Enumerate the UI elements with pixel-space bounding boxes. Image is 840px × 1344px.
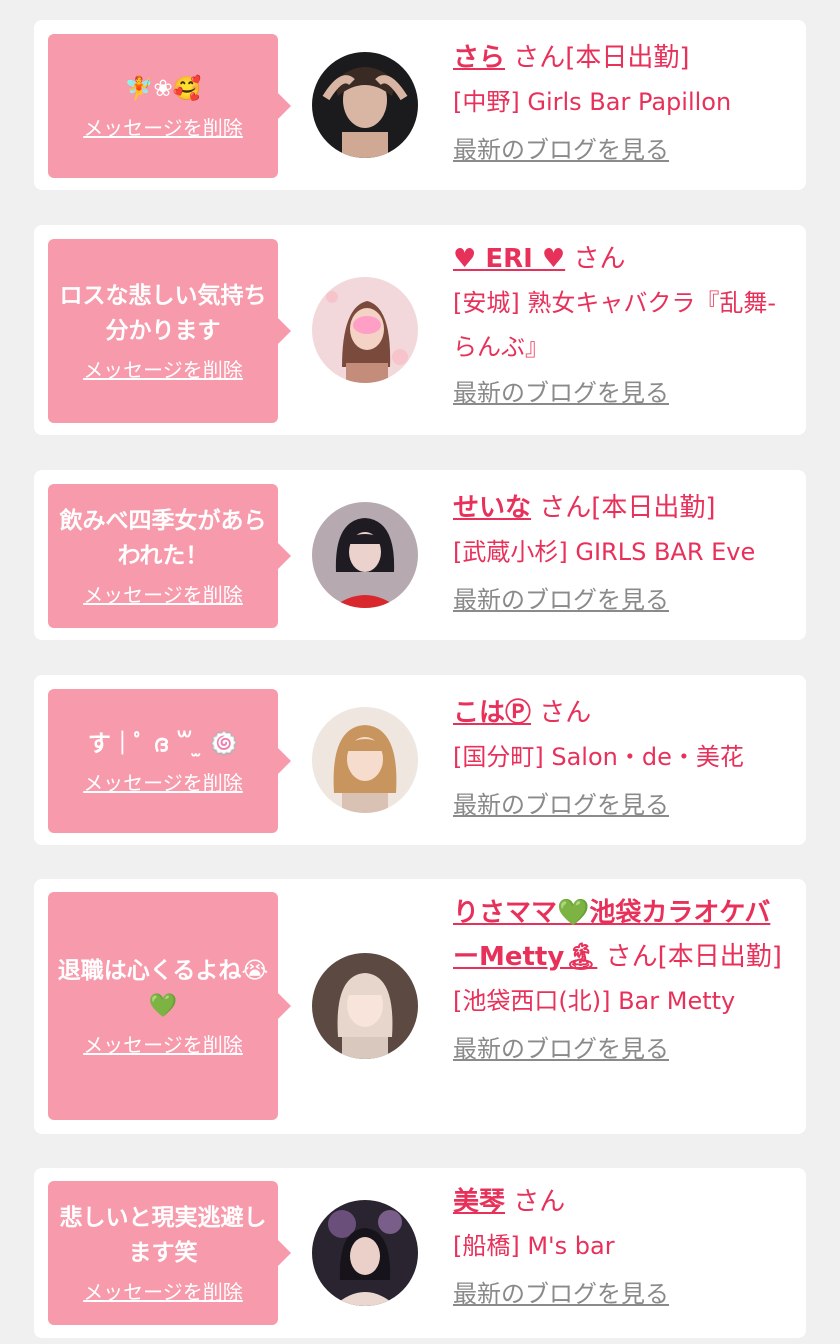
delete-message-link[interactable]: メッセージを削除 bbox=[83, 582, 243, 608]
message-text: す｜ﾟ ദ ꒳ ̫ 🍥 bbox=[87, 730, 239, 757]
avatar-photo-eri bbox=[312, 277, 418, 383]
cast-name-link[interactable]: ♥ ERI ♥ bbox=[453, 244, 565, 274]
avatar[interactable] bbox=[312, 277, 418, 383]
avatar[interactable] bbox=[312, 502, 418, 608]
cast-name-link[interactable]: さら bbox=[453, 43, 505, 73]
shop-label: [国分町] Salon・de・美花 bbox=[453, 743, 744, 771]
latest-blog-link[interactable]: 最新のブログを見る bbox=[453, 584, 669, 616]
avatar-photo-seina bbox=[312, 502, 418, 608]
list-item: 退職は心くるよね😭💚 メッセージを削除 りさママ💚池袋カラオケバーMetty🏝 … bbox=[34, 879, 806, 1134]
message-bubble: 悲しいと現実逃避します笑 メッセージを削除 bbox=[48, 1181, 291, 1325]
list-item: ロスな悲しい気持ち分かります メッセージを削除 ♥ ERI ♥ さん [安城] … bbox=[34, 225, 806, 435]
avatar[interactable] bbox=[312, 707, 418, 813]
card-info: せいな さん[本日出勤] [武蔵小杉] GIRLS BAR Eve 最新のブログ… bbox=[453, 486, 793, 616]
message-text: 🧚❀🥰 bbox=[124, 75, 202, 102]
latest-blog-link[interactable]: 最新のブログを見る bbox=[453, 1033, 669, 1065]
delete-message-link[interactable]: メッセージを削除 bbox=[83, 1279, 243, 1305]
message-bubble: ロスな悲しい気持ち分かります メッセージを削除 bbox=[48, 239, 291, 423]
list-item: 🧚❀🥰 メッセージを削除 さら さん[本日出勤] [中野] Girls Bar … bbox=[34, 20, 806, 190]
list-item: 悲しいと現実逃避します笑 メッセージを削除 美琴 さん [船橋] M's bar… bbox=[34, 1168, 806, 1338]
shop-label: [安城] 熟女キャバクラ『乱舞-らんぶ』 bbox=[453, 289, 777, 361]
latest-blog-link[interactable]: 最新のブログを見る bbox=[453, 789, 669, 821]
name-line: ♥ ERI ♥ さん bbox=[453, 237, 793, 281]
delete-message-link[interactable]: メッセージを削除 bbox=[83, 357, 243, 383]
avatar[interactable] bbox=[312, 52, 418, 158]
delete-message-link[interactable]: メッセージを削除 bbox=[83, 115, 243, 141]
name-suffix: さん bbox=[513, 1187, 566, 1217]
name-suffix: さん[本日出勤] bbox=[513, 43, 690, 73]
avatar-photo-koha bbox=[312, 707, 418, 813]
message-list: 🧚❀🥰 メッセージを削除 さら さん[本日出勤] [中野] Girls Bar … bbox=[0, 0, 840, 1344]
name-line: せいな さん[本日出勤] bbox=[453, 486, 793, 530]
name-suffix: さん[本日出勤] bbox=[539, 493, 716, 523]
shop-label: [武蔵小杉] GIRLS BAR Eve bbox=[453, 538, 756, 566]
message-text: 悲しいと現実逃避します笑 bbox=[59, 1205, 267, 1266]
shop-label: [池袋西口(北)] Bar Metty bbox=[453, 987, 736, 1015]
avatar-photo-mikoto bbox=[312, 1200, 418, 1306]
name-suffix: さん bbox=[539, 698, 592, 728]
message-bubble: 🧚❀🥰 メッセージを削除 bbox=[48, 34, 291, 178]
message-text: 退職は心くるよね😭💚 bbox=[57, 958, 269, 1019]
card-info: ♥ ERI ♥ さん [安城] 熟女キャバクラ『乱舞-らんぶ』 最新のブログを見… bbox=[453, 237, 793, 409]
name-line: さら さん[本日出勤] bbox=[453, 36, 793, 80]
avatar[interactable] bbox=[312, 953, 418, 1059]
shop-label: [中野] Girls Bar Papillon bbox=[453, 88, 732, 116]
list-item: 飲みべ四季女があらわれた！ メッセージを削除 せいな さん[本日出勤] [武蔵小… bbox=[34, 470, 806, 640]
latest-blog-link[interactable]: 最新のブログを見る bbox=[453, 377, 669, 409]
delete-message-link[interactable]: メッセージを削除 bbox=[83, 1032, 243, 1058]
latest-blog-link[interactable]: 最新のブログを見る bbox=[453, 134, 669, 166]
shop-label: [船橋] M's bar bbox=[453, 1232, 615, 1260]
name-suffix: さん[本日出勤] bbox=[605, 942, 782, 972]
list-item: す｜ﾟ ദ ꒳ ̫ 🍥 メッセージを削除 こはⓅ さん [国分町] Salon・… bbox=[34, 675, 806, 845]
message-bubble: 飲みべ四季女があらわれた！ メッセージを削除 bbox=[48, 484, 291, 628]
name-line: こはⓅ さん bbox=[453, 691, 793, 735]
delete-message-link[interactable]: メッセージを削除 bbox=[83, 770, 243, 796]
cast-name-link[interactable]: 美琴 bbox=[453, 1187, 505, 1217]
avatar-photo-risa bbox=[312, 953, 418, 1059]
cast-name-link[interactable]: こはⓅ bbox=[453, 698, 531, 728]
card-info: こはⓅ さん [国分町] Salon・de・美花 最新のブログを見る bbox=[453, 691, 793, 821]
message-text: ロスな悲しい気持ち分かります bbox=[59, 283, 267, 344]
message-bubble: す｜ﾟ ദ ꒳ ̫ 🍥 メッセージを削除 bbox=[48, 689, 291, 833]
message-bubble: 退職は心くるよね😭💚 メッセージを削除 bbox=[48, 892, 291, 1120]
avatar-photo-sara bbox=[312, 52, 418, 158]
card-info: さら さん[本日出勤] [中野] Girls Bar Papillon 最新のブ… bbox=[453, 36, 793, 166]
card-info: りさママ💚池袋カラオケバーMetty🏝 さん[本日出勤] [池袋西口(北)] B… bbox=[453, 891, 793, 1065]
name-suffix: さん bbox=[573, 244, 626, 274]
avatar[interactable] bbox=[312, 1200, 418, 1306]
latest-blog-link[interactable]: 最新のブログを見る bbox=[453, 1278, 669, 1310]
cast-name-link[interactable]: せいな bbox=[453, 493, 531, 523]
name-line: りさママ💚池袋カラオケバーMetty🏝 さん[本日出勤] bbox=[453, 891, 793, 979]
message-text: 飲みべ四季女があらわれた！ bbox=[59, 508, 267, 569]
card-info: 美琴 さん [船橋] M's bar 最新のブログを見る bbox=[453, 1180, 793, 1310]
name-line: 美琴 さん bbox=[453, 1180, 793, 1224]
